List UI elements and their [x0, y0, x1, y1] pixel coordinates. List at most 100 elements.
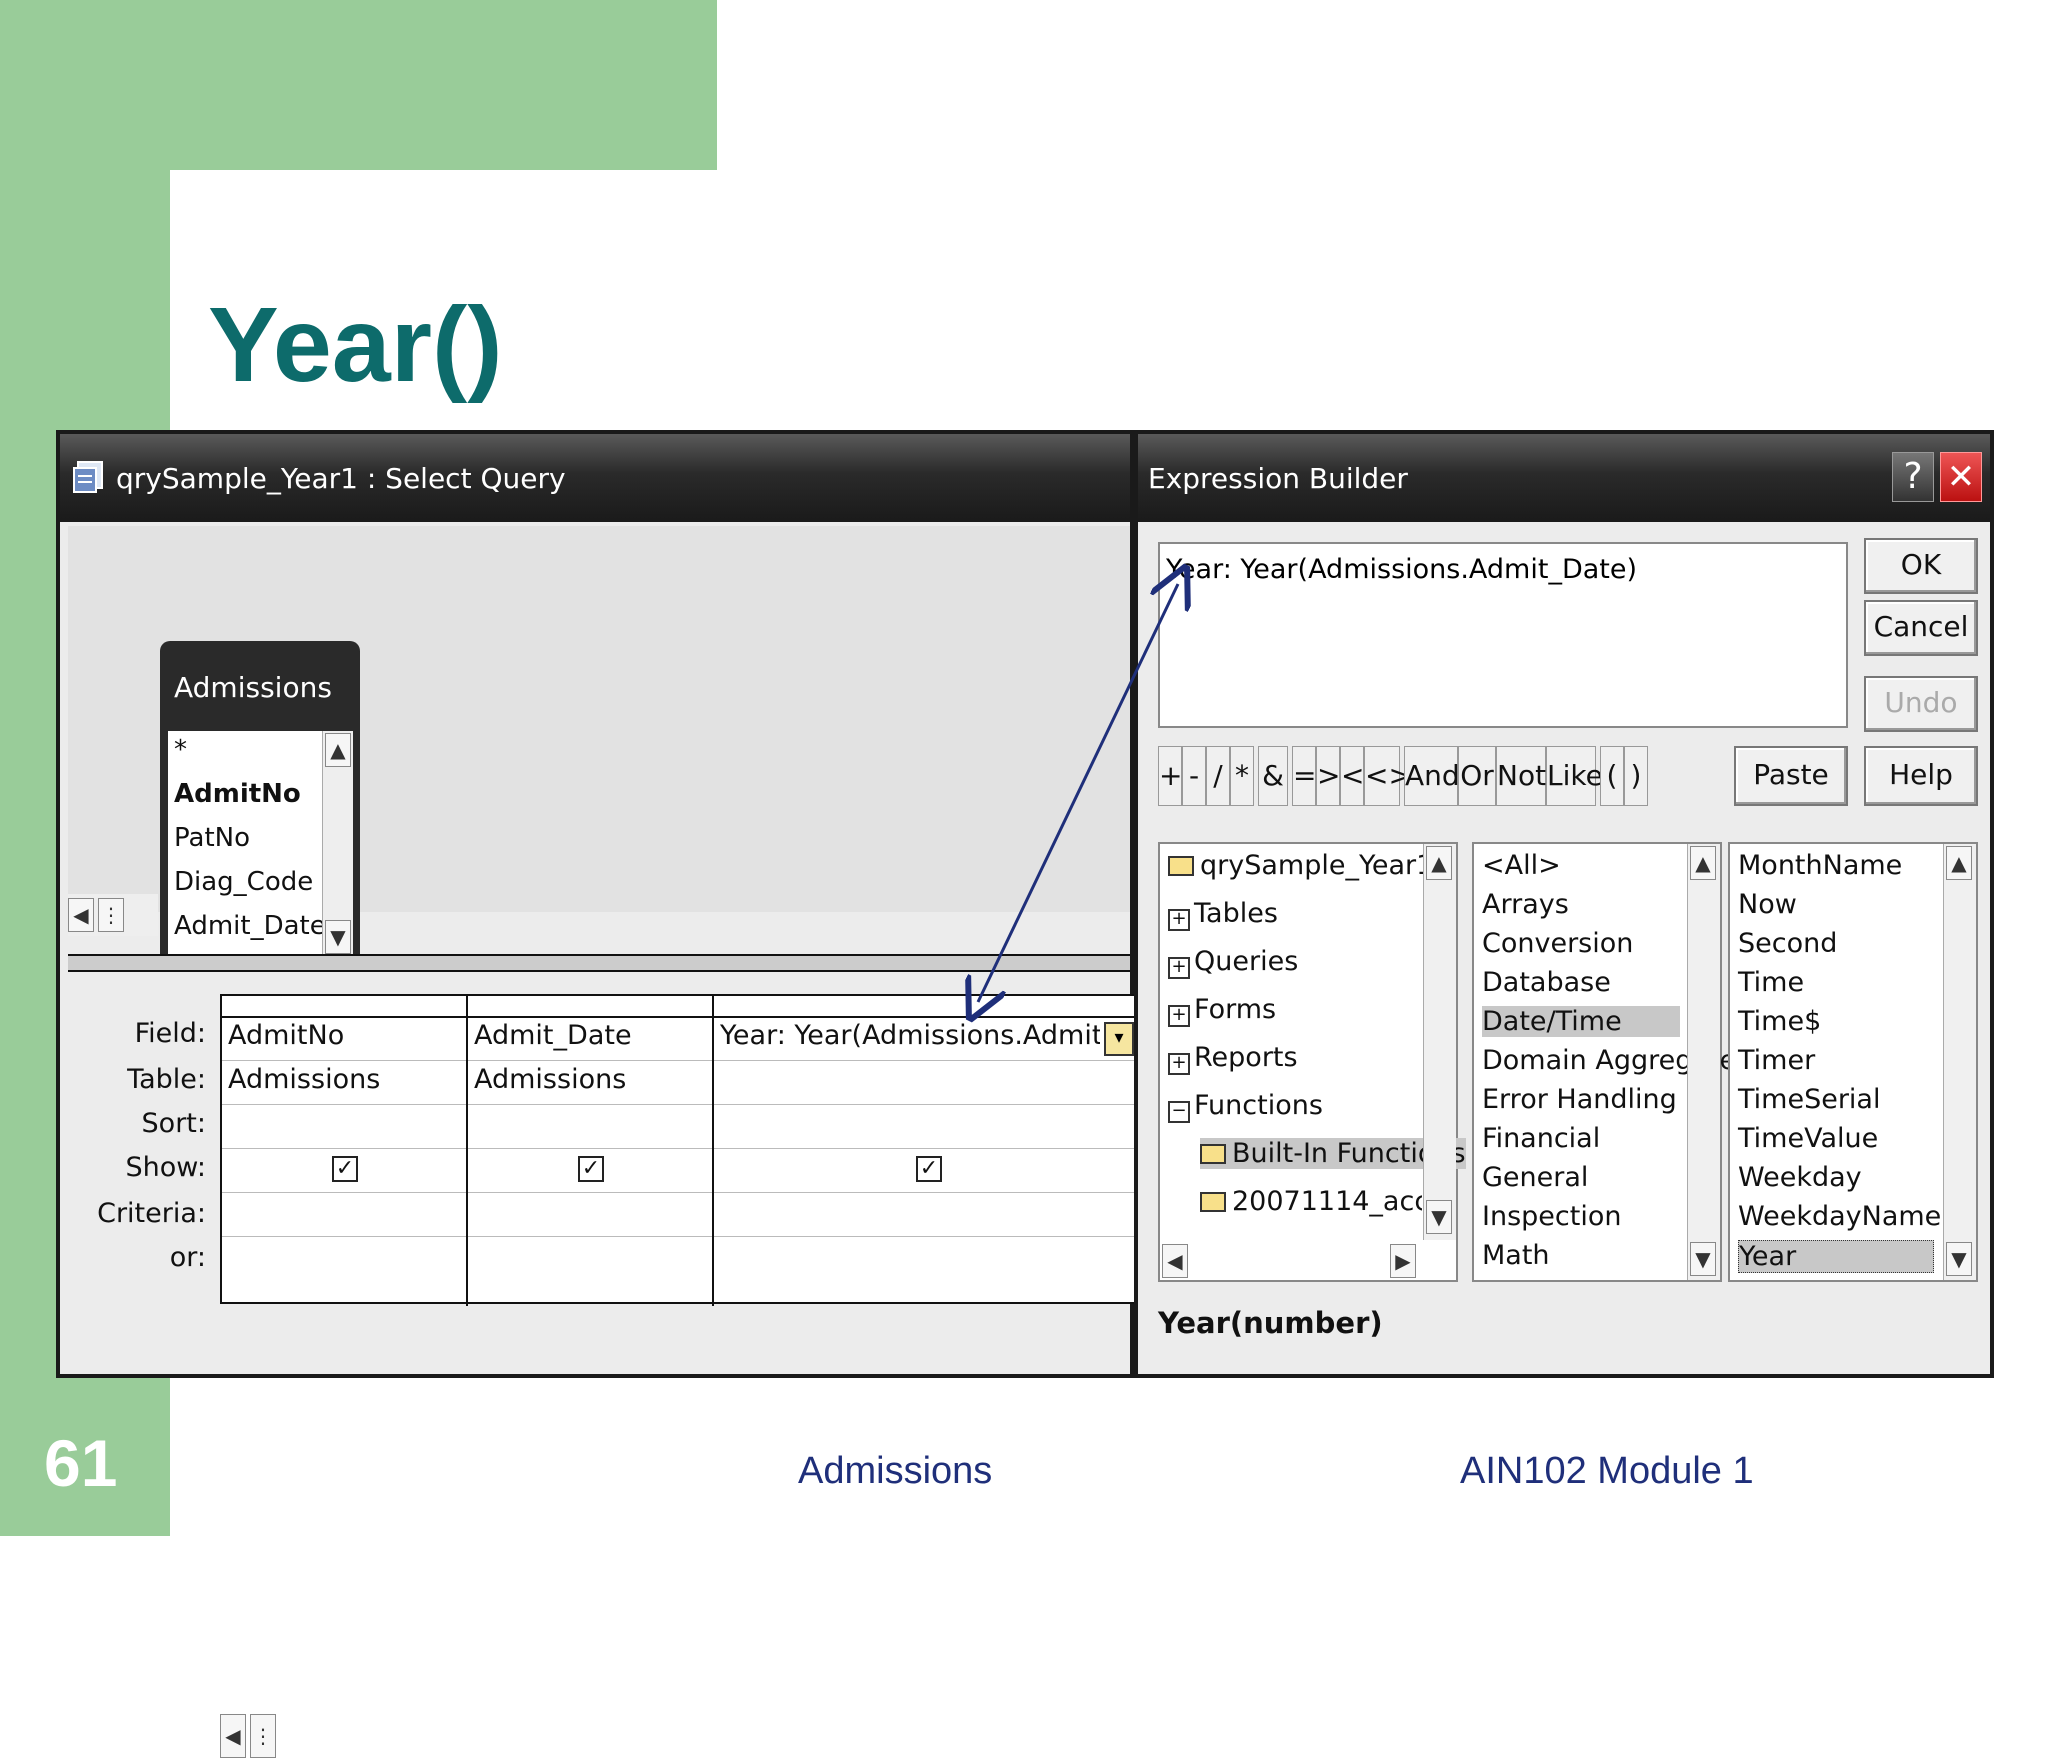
cancel-button[interactable]: Cancel: [1864, 600, 1978, 656]
operator-divide-button[interactable]: /: [1206, 746, 1230, 806]
show-checkbox[interactable]: ✓: [332, 1156, 358, 1182]
expand-icon[interactable]: +: [1168, 1053, 1190, 1075]
scroll-up-icon[interactable]: ▲: [1426, 846, 1452, 880]
tree-item[interactable]: + Queries: [1168, 946, 1298, 979]
function-item[interactable]: Weekday: [1738, 1162, 1862, 1193]
scroll-up-icon[interactable]: ▲: [325, 733, 351, 767]
function-item[interactable]: TimeValue: [1738, 1123, 1878, 1154]
close-icon[interactable]: ✕: [1940, 452, 1982, 502]
show-checkbox[interactable]: ✓: [916, 1156, 942, 1182]
operator-plus-button[interactable]: +: [1158, 746, 1182, 806]
operator-and-button[interactable]: And: [1404, 746, 1460, 806]
category-item[interactable]: Error Handling: [1482, 1084, 1677, 1115]
query-titlebar[interactable]: qrySample_Year1 : Select Query: [60, 434, 1130, 522]
grid-field-cell-expression[interactable]: Year: Year(Admissions.Admit_Date): [720, 1020, 1100, 1051]
field-list-item[interactable]: Diag_Code: [174, 867, 313, 897]
category-item[interactable]: General: [1482, 1162, 1588, 1193]
operator-close-paren-button[interactable]: ): [1624, 746, 1648, 806]
folder-icon: [1200, 1192, 1226, 1212]
function-item[interactable]: Time: [1738, 967, 1804, 998]
category-item[interactable]: Financial: [1482, 1123, 1600, 1154]
grid-horizontal-scrollbar[interactable]: ◀ ⋮: [220, 1714, 290, 1758]
tree-item[interactable]: + Tables: [1168, 898, 1278, 931]
operator-less-button[interactable]: <: [1340, 746, 1364, 806]
expression-input[interactable]: Year: Year(Admissions.Admit_Date): [1158, 542, 1848, 728]
function-item[interactable]: MonthName: [1738, 850, 1902, 881]
scroll-left-icon[interactable]: ◀: [68, 898, 94, 932]
category-item-selected[interactable]: Date/Time: [1482, 1006, 1680, 1037]
collapse-icon[interactable]: −: [1168, 1101, 1190, 1123]
function-item[interactable]: TimeSerial: [1738, 1084, 1880, 1115]
category-item[interactable]: <All>: [1482, 850, 1561, 881]
scroll-left-icon[interactable]: ◀: [1162, 1244, 1188, 1278]
tree-item[interactable]: 20071114_access: [1200, 1186, 1422, 1217]
tree-item[interactable]: + Forms: [1168, 994, 1276, 1027]
operator-open-paren-button[interactable]: (: [1600, 746, 1624, 806]
field-dropdown-icon[interactable]: ▾: [1104, 1022, 1134, 1056]
field-list-item-primary-key[interactable]: AdmitNo: [174, 779, 301, 809]
function-item[interactable]: Now: [1738, 889, 1797, 920]
operator-or-button[interactable]: Or: [1458, 746, 1496, 806]
help-button[interactable]: Help: [1864, 746, 1978, 806]
operator-greater-button[interactable]: >: [1316, 746, 1340, 806]
scroll-thumb[interactable]: ⋮: [250, 1714, 276, 1758]
scroll-left-icon[interactable]: ◀: [220, 1714, 246, 1758]
operator-minus-button[interactable]: -: [1182, 746, 1206, 806]
grid-field-cell[interactable]: Admit_Date: [474, 1020, 710, 1051]
category-item[interactable]: Math: [1482, 1240, 1550, 1271]
expression-builder-titlebar[interactable]: Expression Builder ? ✕: [1138, 434, 1990, 522]
grid-table-cell[interactable]: Admissions: [474, 1064, 710, 1095]
scroll-up-icon[interactable]: ▲: [1946, 846, 1972, 880]
help-icon[interactable]: ?: [1892, 452, 1934, 502]
operator-like-button[interactable]: Like: [1546, 746, 1603, 806]
category-vertical-scrollbar[interactable]: ▲ ▼: [1687, 844, 1720, 1280]
function-item[interactable]: WeekdayName: [1738, 1201, 1941, 1232]
query-design-area: Admissions * AdmitNo PatNo Diag_Code Adm…: [68, 526, 1130, 963]
grid-field-cell[interactable]: AdmitNo: [228, 1020, 464, 1051]
operator-not-button[interactable]: Not: [1496, 746, 1546, 806]
expand-icon[interactable]: +: [1168, 1005, 1190, 1027]
category-list: <All> Arrays Conversion Database Date/Ti…: [1472, 842, 1736, 1282]
design-horizontal-scrollbar[interactable]: ◀ ⋮: [68, 894, 158, 936]
show-checkbox[interactable]: ✓: [578, 1156, 604, 1182]
scroll-right-icon[interactable]: ▶: [1390, 1244, 1416, 1278]
scroll-down-icon[interactable]: ▼: [1946, 1242, 1972, 1276]
operator-not-equal-button[interactable]: <>: [1364, 746, 1412, 806]
category-item[interactable]: Conversion: [1482, 928, 1633, 959]
table-field-list[interactable]: Admissions * AdmitNo PatNo Diag_Code Adm…: [160, 641, 360, 963]
function-vertical-scrollbar[interactable]: ▲ ▼: [1943, 844, 1976, 1280]
function-item-selected[interactable]: Year: [1738, 1240, 1934, 1273]
operator-multiply-button[interactable]: *: [1230, 746, 1254, 806]
function-item[interactable]: Second: [1738, 928, 1837, 959]
scroll-thumb[interactable]: ⋮: [98, 898, 124, 932]
tree-item[interactable]: − Functions: [1168, 1090, 1323, 1123]
expand-icon[interactable]: +: [1168, 909, 1190, 931]
expand-icon[interactable]: +: [1168, 957, 1190, 979]
ok-button[interactable]: OK: [1864, 538, 1978, 594]
tree-item[interactable]: + Reports: [1168, 1042, 1298, 1075]
tree-vertical-scrollbar[interactable]: ▲ ▼: [1423, 844, 1456, 1240]
design-grid-area: Field: Table: Sort: Show: Criteria: or: …: [68, 974, 1140, 1758]
scroll-up-icon[interactable]: ▲: [1690, 846, 1716, 880]
category-item[interactable]: Database: [1482, 967, 1611, 998]
category-item[interactable]: Inspection: [1482, 1201, 1621, 1232]
function-item[interactable]: Time$: [1738, 1006, 1821, 1037]
function-item[interactable]: Timer: [1738, 1045, 1815, 1076]
tree-item[interactable]: qrySample_Year1: [1168, 850, 1433, 881]
field-list-item[interactable]: PatNo: [174, 823, 250, 853]
pane-splitter[interactable]: [68, 954, 1130, 972]
open-folder-icon: [1200, 1144, 1226, 1164]
field-list-item[interactable]: Admit_Date: [174, 911, 326, 941]
field-list-item[interactable]: *: [174, 735, 187, 765]
scroll-down-icon[interactable]: ▼: [1690, 1242, 1716, 1276]
grid-table-cell[interactable]: Admissions: [228, 1064, 464, 1095]
category-item[interactable]: Arrays: [1482, 889, 1569, 920]
operator-concat-button[interactable]: &: [1258, 746, 1288, 806]
scroll-down-icon[interactable]: ▼: [325, 920, 351, 954]
field-list-scrollbar[interactable]: ▲ ▼: [322, 731, 353, 956]
scroll-down-icon[interactable]: ▼: [1426, 1200, 1452, 1234]
paste-button[interactable]: Paste: [1734, 746, 1848, 806]
footer-center-text: Admissions: [798, 1450, 993, 1492]
operator-equals-button[interactable]: =: [1292, 746, 1316, 806]
undo-button[interactable]: Undo: [1864, 676, 1978, 732]
